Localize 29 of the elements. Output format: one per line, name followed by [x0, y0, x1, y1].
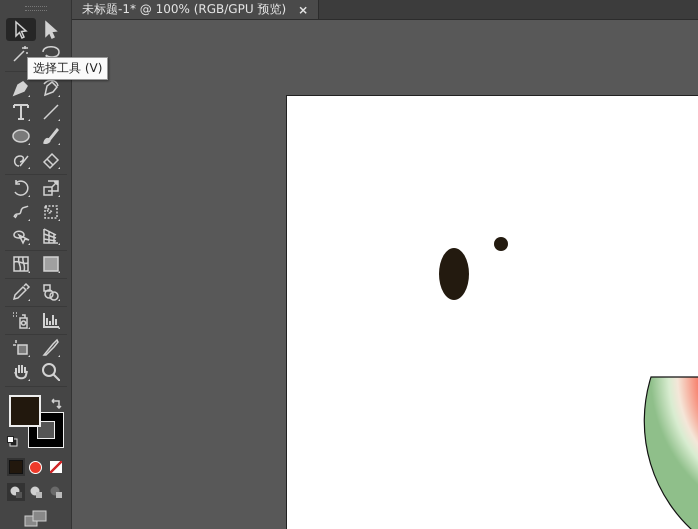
swap-icon[interactable]: [50, 397, 62, 409]
sprayer-icon: [10, 310, 30, 330]
document-title: 未标题-1* @ 100% (RGB/GPU 预览): [82, 1, 286, 18]
zoom-icon: [40, 362, 60, 382]
brush-icon: [40, 126, 60, 146]
ellipse-shape: [439, 248, 469, 300]
scale-icon: [40, 178, 60, 198]
fill-swatch[interactable]: [8, 395, 40, 427]
knife-icon: [40, 338, 60, 358]
dot-shape: [494, 237, 508, 251]
mesh-icon: [10, 254, 30, 274]
selection-tool[interactable]: [6, 18, 36, 41]
stroke-swatch[interactable]: [28, 413, 62, 447]
wand-icon: [10, 44, 30, 64]
eyedropper-icon: [10, 282, 30, 302]
blend-icon: [40, 282, 60, 302]
close-button[interactable]: ×: [298, 2, 308, 16]
text-icon: [10, 102, 30, 122]
grip-icon[interactable]: [24, 6, 46, 11]
grid-icon: [40, 226, 60, 246]
line-icon: [40, 102, 60, 122]
document-tab[interactable]: 未标题-1* @ 100% (RGB/GPU 预览) ×: [72, 0, 320, 19]
color-mode-button[interactable]: [6, 458, 24, 476]
curve-pen-icon: [40, 78, 60, 98]
screen-mode-icon[interactable]: [22, 509, 48, 529]
default-colors-icon[interactable]: [6, 436, 18, 447]
draw-mode-button[interactable]: [6, 483, 24, 501]
artboard-icon: [10, 338, 30, 358]
tooltip: 选择工具 (V): [27, 57, 108, 80]
